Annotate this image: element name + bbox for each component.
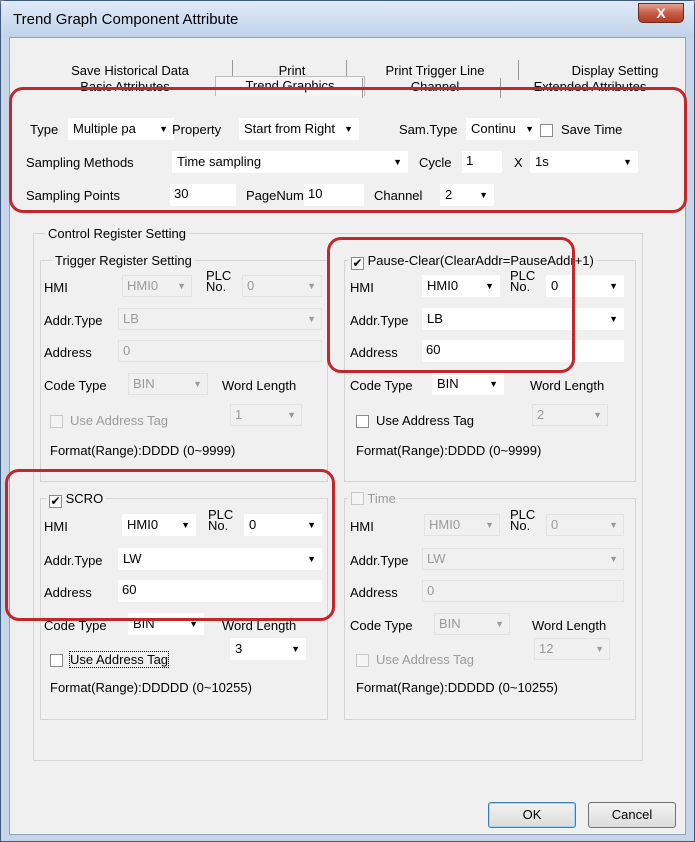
chevron-down-icon: ▼: [485, 520, 494, 530]
time-addr-type-dropdown[interactable]: LW ▼: [422, 548, 624, 570]
time-hmi-dropdown[interactable]: HMI0 ▼: [424, 514, 500, 536]
pause-word-length-value: 2: [537, 407, 545, 422]
time-addr-type-value: LW: [427, 551, 446, 566]
chevron-down-icon: ▼: [609, 554, 618, 564]
trigger-plc-value: 0: [247, 278, 255, 293]
trigger-hmi-dropdown[interactable]: HMI0 ▼: [122, 275, 192, 297]
pause-clear-highlight: [327, 237, 575, 373]
time-legend-label: Time: [367, 491, 396, 506]
chevron-down-icon: ▼: [307, 281, 316, 291]
time-plc-value: 0: [551, 517, 559, 532]
chevron-down-icon: ▼: [177, 281, 186, 291]
trigger-hmi-label: HMI: [44, 280, 68, 295]
time-word-length-dropdown[interactable]: 12 ▼: [534, 638, 610, 660]
chevron-down-icon: ▼: [489, 379, 498, 389]
trigger-addr-type-dropdown[interactable]: LB ▼: [118, 308, 322, 330]
time-address-label: Address: [350, 585, 398, 600]
time-hmi-label: HMI: [350, 519, 374, 534]
time-word-length-value: 12: [539, 641, 554, 656]
scro-word-length-value: 3: [235, 641, 243, 656]
cancel-button[interactable]: Cancel: [588, 802, 676, 828]
trigger-address-input[interactable]: 0: [118, 340, 322, 362]
dialog-window: Trend Graph Component Attribute X Save H…: [0, 0, 695, 842]
trigger-code-type-value: BIN: [133, 376, 155, 391]
chevron-down-icon: ▼: [495, 619, 504, 629]
pause-word-length-dropdown[interactable]: 2 ▼: [532, 404, 608, 426]
scro-use-tag-checkbox[interactable]: [50, 654, 63, 667]
scro-use-tag-label: Use Address Tag: [68, 651, 170, 668]
time-use-tag-label: Use Address Tag: [376, 652, 475, 667]
trigger-plc-dropdown[interactable]: 0 ▼: [242, 275, 322, 297]
chevron-down-icon: ▼: [287, 410, 296, 420]
scro-word-length-dropdown[interactable]: 3 ▼: [230, 638, 306, 660]
time-addr-type-label: Addr.Type: [350, 553, 409, 568]
trend-settings-highlight: [9, 87, 687, 213]
time-use-tag-checkbox[interactable]: [356, 654, 369, 667]
trigger-plc-label: PLC No.: [206, 268, 232, 294]
trigger-address-label: Address: [44, 345, 92, 360]
trigger-format-label: Format(Range):DDDD (0~9999): [50, 443, 236, 458]
time-hmi-value: HMI0: [429, 517, 461, 532]
time-code-type-label: Code Type: [350, 618, 413, 633]
pause-code-type-value: BIN: [437, 376, 459, 391]
trigger-register-legend: Trigger Register Setting: [52, 253, 195, 268]
scro-highlight: [5, 469, 335, 621]
chevron-down-icon: ▼: [609, 281, 618, 291]
pause-use-tag-label: Use Address Tag: [376, 413, 475, 428]
trigger-addr-type-value: LB: [123, 311, 139, 326]
time-code-type-value: BIN: [439, 616, 461, 631]
trigger-addr-type-label: Addr.Type: [44, 313, 103, 328]
ok-button[interactable]: OK: [488, 802, 576, 828]
time-format-label: Format(Range):DDDDD (0~10255): [356, 680, 558, 695]
trigger-word-length-label: Word Length: [222, 378, 297, 393]
chevron-down-icon: ▼: [609, 314, 618, 324]
time-address-input[interactable]: 0: [422, 580, 624, 602]
close-button[interactable]: X: [638, 3, 684, 23]
time-checkbox[interactable]: [351, 492, 364, 505]
trigger-use-tag-label: Use Address Tag: [70, 413, 169, 428]
tab-divider: [518, 60, 519, 80]
chevron-down-icon: ▼: [307, 314, 316, 324]
time-code-type-dropdown[interactable]: BIN ▼: [434, 613, 510, 635]
scro-format-label: Format(Range):DDDDD (0~10255): [50, 680, 252, 695]
chevron-down-icon: ▼: [291, 644, 300, 654]
time-legend: Time: [348, 491, 399, 506]
time-word-length-label: Word Length: [532, 618, 607, 633]
pause-use-tag-checkbox[interactable]: [356, 415, 369, 428]
chevron-down-icon: ▼: [595, 644, 604, 654]
pause-code-type-dropdown[interactable]: BIN ▼: [432, 373, 504, 395]
chevron-down-icon: ▼: [193, 379, 202, 389]
trigger-hmi-value: HMI0: [127, 278, 159, 293]
chevron-down-icon: ▼: [609, 520, 618, 530]
trigger-use-tag-checkbox[interactable]: [50, 415, 63, 428]
pause-format-label: Format(Range):DDDD (0~9999): [356, 443, 542, 458]
time-plc-dropdown[interactable]: 0 ▼: [546, 514, 624, 536]
trigger-code-type-dropdown[interactable]: BIN ▼: [128, 373, 208, 395]
time-plc-label: PLC No.: [510, 507, 536, 533]
chevron-down-icon: ▼: [593, 410, 602, 420]
title-bar[interactable]: Trend Graph Component Attribute X: [1, 1, 694, 37]
trigger-code-type-label: Code Type: [44, 378, 107, 393]
pause-word-length-label: Word Length: [530, 378, 605, 393]
trigger-word-length-value: 1: [235, 407, 243, 422]
trigger-word-length-dropdown[interactable]: 1 ▼: [230, 404, 302, 426]
pause-code-type-label: Code Type: [350, 378, 413, 393]
window-title: Trend Graph Component Attribute: [13, 11, 239, 28]
control-register-legend: Control Register Setting: [45, 226, 190, 241]
